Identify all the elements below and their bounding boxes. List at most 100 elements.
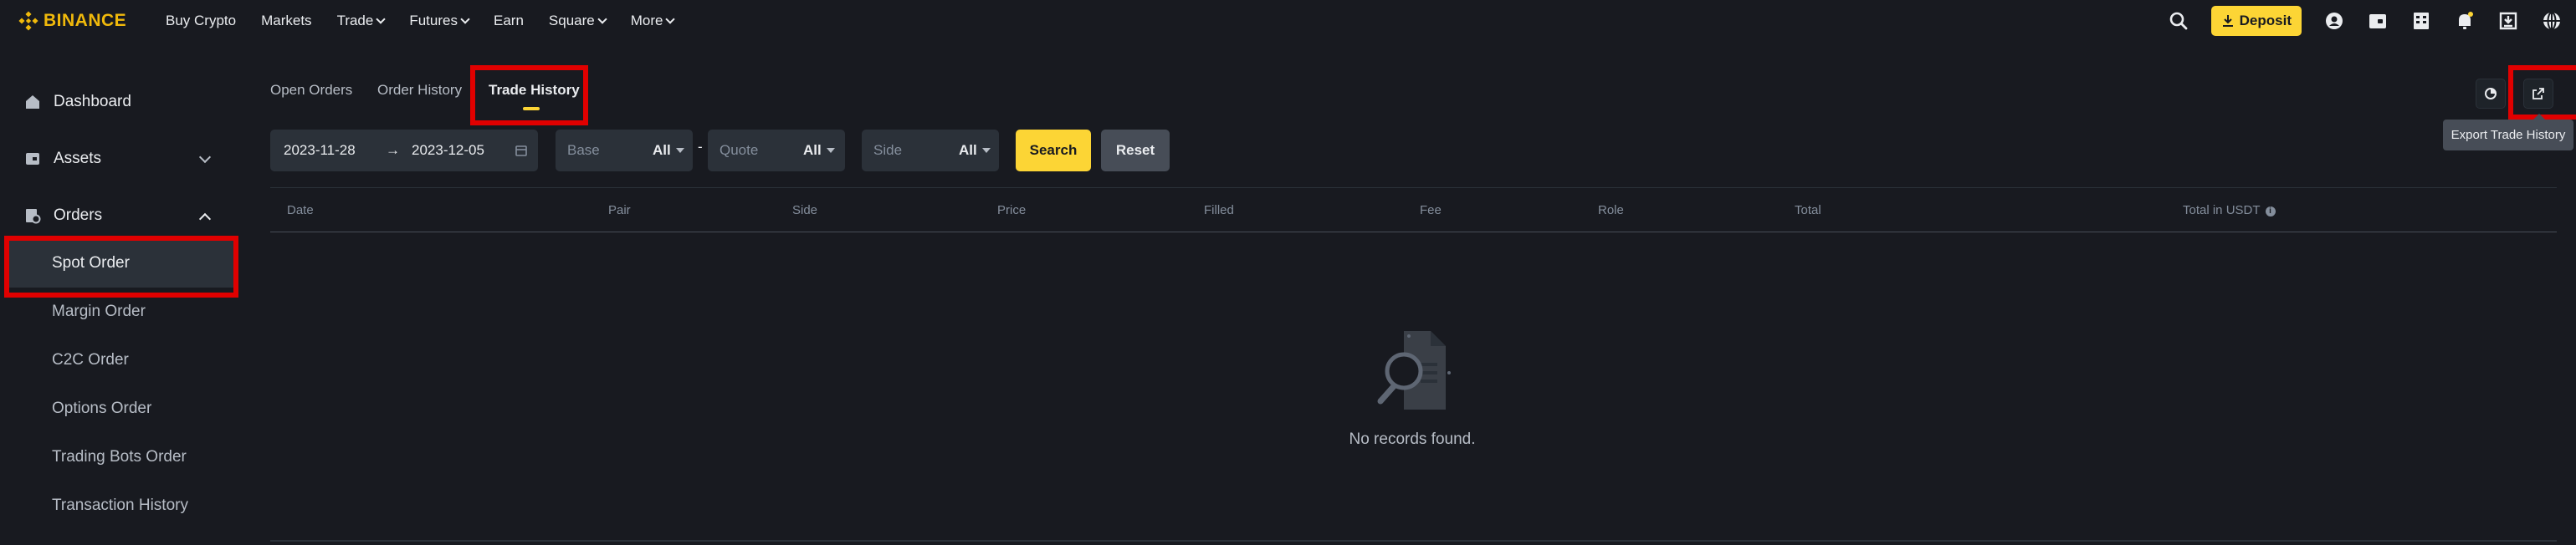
chevron-down-icon <box>376 14 387 24</box>
sidebar-item-trading-bots-order[interactable]: Trading Bots Order <box>8 433 236 481</box>
chevron-up-icon <box>198 212 212 226</box>
nav-label: Trade <box>336 13 374 28</box>
side-placeholder: Side <box>873 142 903 158</box>
nav-label: Futures <box>409 13 458 28</box>
sidebar-item-margin-order[interactable]: Margin Order <box>8 288 236 336</box>
search-button[interactable]: Search <box>1016 130 1091 171</box>
sidebar-item-assets[interactable]: Assets <box>0 135 243 183</box>
sidebar-item-spot-order[interactable]: Spot Order <box>8 239 236 288</box>
column-header-date: Date <box>287 203 314 217</box>
notification-icon[interactable] <box>2454 10 2476 32</box>
export-tooltip: Export Trade History <box>2443 114 2573 150</box>
tab-trade-history[interactable]: Trade History <box>489 82 580 99</box>
sidebar-item-c2c-order[interactable]: C2C Order <box>8 336 236 385</box>
caret-down-icon <box>676 148 684 153</box>
refresh-button[interactable] <box>2476 79 2506 109</box>
nav-label: More <box>630 13 663 28</box>
pair-separator: - <box>698 139 703 155</box>
side-select[interactable]: Side All <box>862 130 999 171</box>
quote-placeholder: Quote <box>720 142 759 158</box>
sidebar-item-transaction-history[interactable]: Transaction History <box>8 481 236 530</box>
download-arrow-icon <box>2222 15 2233 27</box>
empty-state <box>1329 324 1496 420</box>
column-header-role: Role <box>1598 203 1624 217</box>
sidebar-item-dashboard[interactable]: Dashboard <box>0 78 243 126</box>
main-nav: Buy Crypto Markets Trade Futures Earn Sq… <box>166 0 676 42</box>
reset-button[interactable]: Reset <box>1101 130 1170 171</box>
pie-chart-icon <box>2485 88 2497 99</box>
nav-earn[interactable]: Earn <box>494 13 524 29</box>
sidebar-item-label: Transaction History <box>52 497 188 514</box>
column-header-filled: Filled <box>1204 203 1234 217</box>
binance-logo[interactable]: BINANCE <box>18 10 126 32</box>
deposit-button[interactable]: Deposit <box>2210 6 2302 36</box>
sidebar-item-label: Margin Order <box>52 303 146 320</box>
caret-down-icon <box>827 148 835 153</box>
empty-state-message: No records found. <box>1349 430 1476 448</box>
binance-logo-icon <box>18 11 38 31</box>
export-button[interactable] <box>2523 79 2553 109</box>
globe-icon[interactable] <box>2541 10 2563 32</box>
sidebar: Dashboard Assets Orders Spot Order Margi… <box>0 42 243 545</box>
active-tab-indicator <box>523 107 540 110</box>
chevron-down-icon <box>198 150 212 164</box>
sidebar-item-label: Dashboard <box>54 93 131 110</box>
nav-trade[interactable]: Trade <box>336 13 387 29</box>
column-header-label: Total in USDT <box>2183 203 2261 217</box>
top-navbar: BINANCE Buy Crypto Markets Trade Futures… <box>0 0 2576 42</box>
tab-label: Open Orders <box>270 82 353 98</box>
column-header-fee: Fee <box>1420 203 1442 217</box>
column-header-price: Price <box>997 203 1027 217</box>
nav-more[interactable]: More <box>630 13 676 29</box>
brand-name: BINANCE <box>44 11 127 30</box>
column-header-total-usdt: Total in USDT i <box>2183 203 2276 217</box>
sidebar-item-label: C2C Order <box>52 351 129 369</box>
export-icon <box>2532 88 2544 99</box>
nav-square[interactable]: Square <box>548 13 607 29</box>
tab-open-orders[interactable]: Open Orders <box>270 82 352 99</box>
chevron-down-icon <box>597 14 607 24</box>
nav-futures[interactable]: Futures <box>409 13 470 29</box>
tab-label: Trade History <box>489 82 580 98</box>
side-value: All <box>959 142 977 158</box>
deposit-label: Deposit <box>2239 13 2292 28</box>
tab-label: Order History <box>377 82 463 98</box>
wallet-icon[interactable] <box>2367 10 2389 32</box>
nav-label: Square <box>548 13 595 28</box>
nav-label: Buy Crypto <box>166 13 237 28</box>
nav-buy-crypto[interactable]: Buy Crypto <box>166 13 236 29</box>
base-select[interactable]: Base All <box>556 130 693 171</box>
sidebar-item-label: Trading Bots Order <box>52 448 187 466</box>
orders-icon <box>23 206 42 225</box>
tab-order-history[interactable]: Order History <box>377 82 462 99</box>
trade-history-table-header: Date Pair Side Price Filled Fee Role Tot… <box>270 187 2557 232</box>
column-header-side: Side <box>792 203 818 217</box>
nav-markets[interactable]: Markets <box>261 13 311 29</box>
table-bottom-divider <box>270 540 2557 542</box>
user-icon[interactable] <box>2323 10 2345 32</box>
arrow-right-icon: → <box>386 142 400 158</box>
sidebar-item-orders[interactable]: Orders <box>0 191 243 240</box>
base-value: All <box>653 142 671 158</box>
quote-select[interactable]: Quote All <box>708 130 845 171</box>
download-app-icon[interactable] <box>2497 10 2519 32</box>
nav-label: Earn <box>493 13 524 28</box>
chevron-down-icon <box>460 14 470 24</box>
date-range-picker[interactable]: 2023-11-28 → 2023-12-05 <box>270 130 538 171</box>
sidebar-item-label: Spot Order <box>52 254 130 272</box>
sidebar-item-options-order[interactable]: Options Order <box>8 385 236 433</box>
no-records-icon <box>1377 331 1451 410</box>
caret-down-icon <box>982 148 991 153</box>
info-icon[interactable]: i <box>2265 206 2276 216</box>
sidebar-item-label: Options Order <box>52 400 152 417</box>
column-header-pair: Pair <box>608 203 631 217</box>
base-placeholder: Base <box>567 142 600 158</box>
nav-label: Markets <box>261 13 312 28</box>
date-from: 2023-11-28 <box>284 142 356 158</box>
orders-icon[interactable] <box>2410 10 2432 32</box>
search-icon[interactable] <box>2168 10 2189 32</box>
quote-value: All <box>803 142 822 158</box>
top-right-actions: Deposit <box>2168 5 2563 37</box>
sidebar-item-label: Orders <box>54 206 103 224</box>
wallet-icon <box>23 150 42 168</box>
